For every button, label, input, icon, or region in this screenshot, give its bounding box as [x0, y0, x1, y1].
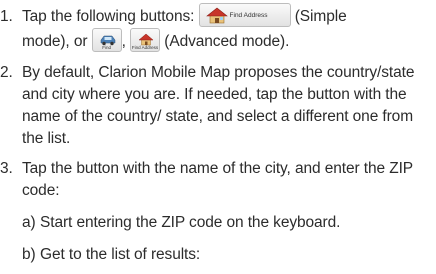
step-text: Tap the following buttons:	[22, 8, 199, 25]
step-number: 3.	[0, 160, 13, 177]
find-address-button-simple[interactable]: Find Address	[198, 3, 291, 28]
button-label: Find	[102, 45, 112, 51]
substep-b: b) Get to the list of results:	[0, 244, 436, 266]
car-icon	[100, 30, 116, 55]
substep-text: Get to the list of results:	[40, 246, 201, 263]
button-label: Find Address	[131, 45, 159, 51]
step-text: mode), or	[22, 33, 92, 50]
step-2: 2. By default, Clarion Mobile Map propos…	[0, 62, 432, 150]
step-text: By default, Clarion Mobile Map proposes …	[22, 64, 415, 147]
house-small-icon	[138, 30, 154, 55]
step-text: (Advanced mode).	[164, 33, 290, 50]
step-text: (Simple	[294, 8, 347, 25]
find-button-advanced[interactable]: Find	[91, 28, 122, 55]
step-text: ,	[121, 33, 131, 50]
step-number: 2.	[0, 64, 13, 81]
step-1: 1. Tap the following buttons: Find Addre…	[0, 3, 432, 55]
find-address-button-advanced[interactable]: Find Address	[130, 28, 161, 55]
house-icon	[205, 7, 229, 32]
step-text: Tap the button with the name of the city…	[22, 160, 413, 199]
step-3: 3. Tap the button with the name of the c…	[0, 158, 432, 202]
substep-text: Start entering the ZIP code on the keybo…	[40, 214, 341, 231]
substep-a: a) Start entering the ZIP code on the ke…	[0, 212, 436, 234]
substep-letter: b)	[22, 246, 36, 263]
substep-letter: a)	[22, 214, 36, 231]
button-label: Find Address	[229, 12, 268, 20]
step-number: 1.	[0, 8, 13, 25]
instruction-page: 1. Tap the following buttons: Find Addre…	[0, 0, 436, 274]
